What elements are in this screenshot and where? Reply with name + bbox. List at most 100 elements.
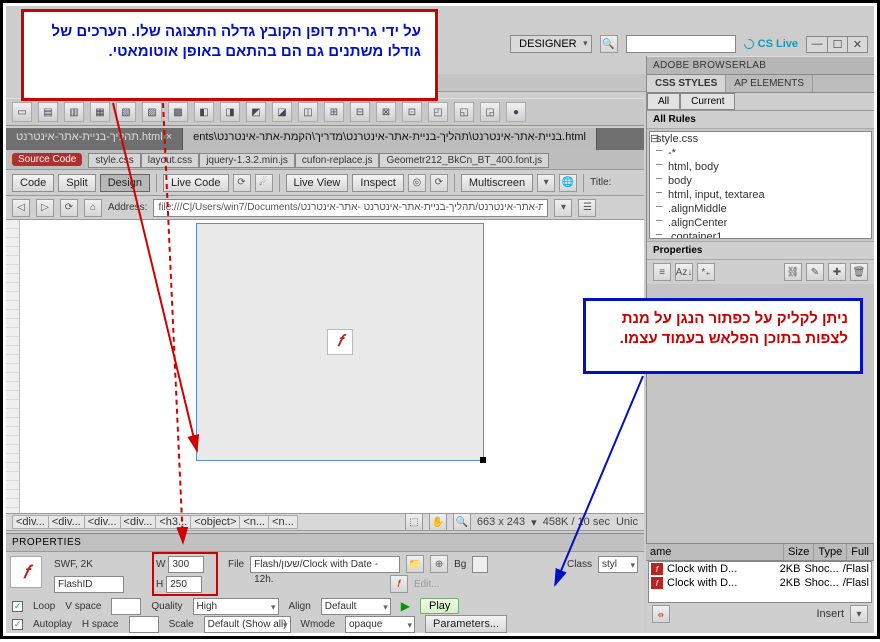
- zoom-tool-icon[interactable]: 🔍: [453, 513, 471, 531]
- file-input[interactable]: Flash/שעון/Clock with Date - 12h.: [250, 556, 400, 573]
- related-file-tab[interactable]: style.css: [88, 153, 140, 168]
- toolbar-icon-10[interactable]: ◪: [272, 102, 292, 122]
- toolbar-icon-7[interactable]: ◧: [194, 102, 214, 122]
- addr-drop-icon[interactable]: ▾: [554, 199, 572, 217]
- properties-header[interactable]: PROPERTIES: [6, 534, 644, 552]
- document-tab[interactable]: תהליך-בניית-אתר-אינטרנט.html ×: [6, 128, 183, 150]
- scale-select[interactable]: Default (Show all): [204, 616, 291, 633]
- css-rule-item[interactable]: .alignMiddle: [650, 202, 871, 216]
- multiscreen-button[interactable]: Multiscreen: [461, 174, 533, 192]
- toolbar-icon-4[interactable]: ▧: [116, 102, 136, 122]
- related-file-tab[interactable]: Geometr212_BkCn_BT_400.font.js: [379, 153, 549, 168]
- flash-object[interactable]: 𝑓: [196, 223, 484, 461]
- related-file-tab[interactable]: cufon-replace.js: [295, 153, 380, 168]
- insert-drop-icon[interactable]: ▾: [850, 605, 868, 623]
- css-rule-item[interactable]: html, body: [650, 160, 871, 174]
- class-select[interactable]: styl: [598, 556, 638, 573]
- tag-crumb[interactable]: <div...: [48, 515, 85, 529]
- livecode2-icon[interactable]: ☄: [255, 174, 273, 192]
- width-input[interactable]: 300: [168, 556, 204, 573]
- browserlab-header[interactable]: ADOBE BROWSERLAB: [647, 56, 874, 75]
- col-full[interactable]: Full: [847, 544, 874, 560]
- search-input[interactable]: [626, 35, 736, 53]
- loop-checkbox[interactable]: ✓: [12, 601, 23, 612]
- css-rule-item[interactable]: .alignCenter: [650, 216, 871, 230]
- swf-id-input[interactable]: FlashID: [54, 576, 124, 593]
- liveview-button[interactable]: Live View: [286, 174, 349, 192]
- search-icon[interactable]: 🔍: [600, 35, 618, 53]
- parameters-button[interactable]: Parameters...: [425, 615, 507, 633]
- source-code-badge[interactable]: Source Code: [12, 153, 82, 166]
- vspace-input[interactable]: [111, 598, 141, 615]
- design-button[interactable]: Design: [100, 174, 150, 192]
- css-rule-item[interactable]: html, input, textarea: [650, 188, 871, 202]
- height-input[interactable]: 250: [166, 576, 202, 593]
- related-file-tab[interactable]: layout.css: [141, 153, 199, 168]
- insert-stop-icon[interactable]: ⦵: [652, 605, 670, 623]
- align-select[interactable]: Default: [321, 598, 391, 615]
- reload-icon[interactable]: ⟳: [60, 199, 78, 217]
- home-icon[interactable]: ⌂: [84, 199, 102, 217]
- address-input[interactable]: [153, 199, 548, 217]
- toolbar-icon-12[interactable]: ⊞: [324, 102, 344, 122]
- addr-opt-icon[interactable]: ☰: [578, 199, 596, 217]
- css-all-button[interactable]: All: [647, 93, 680, 110]
- css-rule-item[interactable]: .container1: [650, 230, 871, 239]
- refresh-icon[interactable]: ⟳: [430, 174, 448, 192]
- tag-crumb[interactable]: <div...: [84, 515, 121, 529]
- back-icon[interactable]: ◁: [12, 199, 30, 217]
- attach-icon[interactable]: ⛓: [784, 263, 802, 281]
- code-button[interactable]: Code: [12, 174, 54, 192]
- show-category-icon[interactable]: ≡: [653, 263, 671, 281]
- toolbar-icon-5[interactable]: ▨: [142, 102, 162, 122]
- tag-crumb[interactable]: <div...: [120, 515, 157, 529]
- toolbar-icon-0[interactable]: ▭: [12, 102, 32, 122]
- close-icon[interactable]: ✕: [847, 37, 867, 52]
- select-tool-icon[interactable]: ⬚: [405, 513, 423, 531]
- toolbar-icon-17[interactable]: ◱: [454, 102, 474, 122]
- files-list[interactable]: fClock with D...2KBShoc.../FlaslfClock w…: [648, 561, 872, 603]
- livecode-button[interactable]: Live Code: [163, 174, 229, 192]
- col-type[interactable]: Type: [814, 544, 847, 560]
- resize-handle-br[interactable]: [480, 457, 486, 463]
- toolbar-icon-14[interactable]: ⊠: [376, 102, 396, 122]
- toolbar-icon-19[interactable]: ●: [506, 102, 526, 122]
- toolbar-icon-3[interactable]: ▦: [90, 102, 110, 122]
- tag-crumb[interactable]: <object>: [190, 515, 240, 529]
- toolbar-icon-15[interactable]: ⊡: [402, 102, 422, 122]
- insert-label[interactable]: Insert: [816, 608, 844, 620]
- play-button[interactable]: Play: [420, 598, 459, 614]
- edit-rule-icon[interactable]: ✚: [828, 263, 846, 281]
- css-rule-item[interactable]: body: [650, 174, 871, 188]
- document-tab[interactable]: ents\בניית-אתר-אינטרנט\תהליך-בניית-אתר-א…: [183, 128, 597, 150]
- tag-crumb[interactable]: <n...: [239, 515, 269, 529]
- maximize-icon[interactable]: ☐: [827, 37, 847, 52]
- browser-icon[interactable]: 🌐: [559, 174, 577, 192]
- tag-crumb[interactable]: <div...: [12, 515, 49, 529]
- fwd-icon[interactable]: ▷: [36, 199, 54, 217]
- show-set-icon[interactable]: *₊: [697, 263, 715, 281]
- tag-crumb[interactable]: <h3...: [155, 515, 191, 529]
- related-file-tab[interactable]: jquery-1.3.2.min.js: [199, 153, 295, 168]
- file-browse-icon[interactable]: 📁: [406, 555, 424, 573]
- cslive-button[interactable]: CS Live: [744, 38, 798, 50]
- ap-elements-tab[interactable]: AP ELEMENTS: [726, 75, 813, 92]
- toolbar-icon-8[interactable]: ◨: [220, 102, 240, 122]
- autoplay-checkbox[interactable]: ✓: [12, 619, 23, 630]
- file-row[interactable]: fClock with D...2KBShoc.../Flasl: [649, 576, 871, 590]
- hspace-input[interactable]: [129, 616, 159, 633]
- wmode-select[interactable]: opaque: [345, 616, 415, 633]
- file-target-icon[interactable]: ⊕: [430, 555, 448, 573]
- workspace-dropdown[interactable]: DESIGNER: [510, 35, 591, 53]
- toolbar-icon-9[interactable]: ◩: [246, 102, 266, 122]
- document-canvas[interactable]: 𝑓: [6, 220, 644, 513]
- play-icon[interactable]: ▶: [401, 599, 410, 613]
- toolbar-icon-16[interactable]: ◰: [428, 102, 448, 122]
- toolbar-icon-6[interactable]: ▩: [168, 102, 188, 122]
- file-row[interactable]: fClock with D...2KBShoc.../Flasl: [649, 562, 871, 576]
- ms-icon[interactable]: ▾: [537, 174, 555, 192]
- css-rules-list[interactable]: style.css -*html, bodybodyhtml, input, t…: [649, 131, 872, 239]
- split-button[interactable]: Split: [58, 174, 95, 192]
- toolbar-icon-2[interactable]: ▥: [64, 102, 84, 122]
- inspect-icon[interactable]: ◎: [408, 174, 426, 192]
